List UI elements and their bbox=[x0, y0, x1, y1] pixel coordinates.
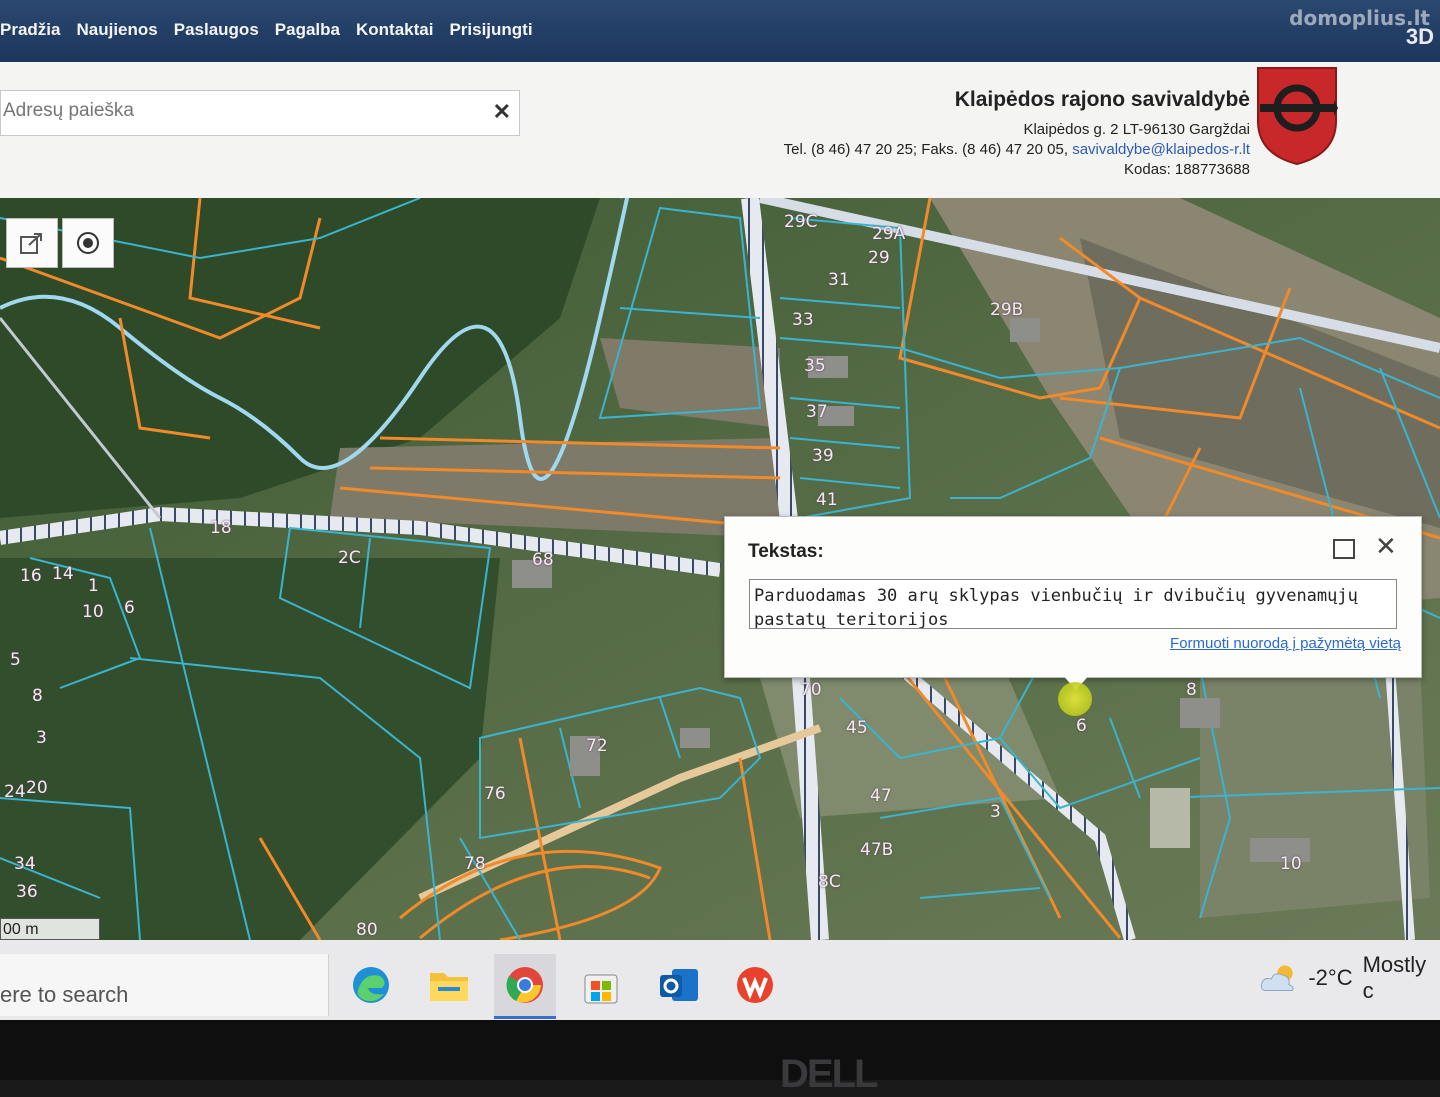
plot-label: 29A bbox=[872, 224, 906, 244]
address-search: ✕ bbox=[0, 90, 520, 136]
cloud-icon bbox=[1260, 965, 1294, 991]
plot-label: 35 bbox=[804, 356, 826, 376]
taskbar-search[interactable]: ere to search bbox=[0, 954, 329, 1016]
plot-label: 34 bbox=[14, 854, 36, 874]
plot-label: 29 bbox=[868, 248, 890, 268]
monitor-bezel bbox=[0, 1020, 1440, 1080]
municipality-name: Klaipėdos rajono savivaldybė bbox=[954, 88, 1250, 111]
plot-label: 10 bbox=[82, 602, 104, 622]
weather-desc: Mostly c bbox=[1362, 952, 1427, 1003]
nav-item-home[interactable]: Pradžia bbox=[0, 20, 60, 40]
plot-label: 31 bbox=[828, 270, 850, 290]
plot-label: 24 bbox=[4, 782, 26, 802]
weather-temp: -2°C bbox=[1308, 965, 1353, 990]
plot-label: 37 bbox=[806, 402, 828, 422]
maximize-icon[interactable] bbox=[1333, 539, 1355, 559]
plot-label: 47B bbox=[860, 840, 894, 860]
plot-label: 41 bbox=[816, 490, 838, 510]
taskbar-search-placeholder: ere to search bbox=[0, 982, 129, 1007]
plot-label: 70 bbox=[800, 680, 822, 700]
plot-label: 47 bbox=[870, 786, 892, 806]
plot-label: 2C bbox=[338, 548, 361, 568]
plot-label: 6 bbox=[124, 598, 135, 618]
share-icon bbox=[20, 233, 42, 254]
plot-label: 8 bbox=[1186, 680, 1197, 700]
plot-label: 3 bbox=[990, 802, 1001, 822]
municipality-contacts: Tel. (8 46) 47 20 25; Faks. (8 46) 47 20… bbox=[784, 140, 1250, 160]
popup-text-area[interactable] bbox=[749, 579, 1397, 629]
email-link[interactable]: savivaldybe@klaipedos-r.lt bbox=[1072, 141, 1250, 158]
taskbar: ere to search -2°C Mostly c bbox=[0, 940, 1440, 1020]
municipality-address: Klaipėdos g. 2 LT-96130 Gargždai bbox=[1023, 121, 1250, 138]
plot-label: 20 bbox=[26, 778, 48, 798]
close-icon[interactable]: ✕ bbox=[1375, 531, 1397, 562]
plot-label: 29B bbox=[990, 300, 1024, 320]
top-navigation: Pradžia Naujienos Paslaugos Pagalba Kont… bbox=[0, 0, 1440, 62]
nav-links: Pradžia Naujienos Paslaugos Pagalba Kont… bbox=[0, 20, 533, 40]
plot-label: 10 bbox=[1280, 854, 1302, 874]
plot-label: 29C bbox=[784, 212, 818, 232]
edge-icon[interactable] bbox=[340, 954, 402, 1016]
nav-item-help[interactable]: Pagalba bbox=[275, 20, 340, 40]
phone-fax: Tel. (8 46) 47 20 25; Faks. (8 46) 47 20… bbox=[783, 141, 1069, 158]
share-location-link[interactable]: Formuoti nuorodą į pažymėtą vietą bbox=[1170, 635, 1401, 652]
location-marker-icon[interactable] bbox=[1058, 682, 1092, 716]
plot-label: 33 bbox=[792, 310, 814, 330]
plot-label: 6 bbox=[1076, 716, 1087, 736]
address-search-input[interactable] bbox=[1, 91, 473, 131]
plot-label: 1 bbox=[88, 576, 99, 596]
plot-label: 5 bbox=[10, 650, 21, 670]
text-popup: Tekstas: ✕ Formuoti nuorodą į pažymėtą v… bbox=[724, 516, 1422, 678]
nav-item-news[interactable]: Naujienos bbox=[76, 20, 157, 40]
outlook-icon[interactable] bbox=[648, 954, 710, 1016]
nav-item-login[interactable]: Prisijungti bbox=[449, 20, 532, 40]
view-3d-button[interactable]: 3D bbox=[1406, 24, 1434, 50]
share-button[interactable] bbox=[6, 218, 58, 268]
crest-icon bbox=[1257, 67, 1338, 166]
close-icon[interactable]: ✕ bbox=[493, 99, 511, 125]
brand-logo: DELL bbox=[780, 1052, 878, 1096]
plot-label: 72 bbox=[586, 736, 608, 756]
plot-label: 14 bbox=[52, 564, 74, 584]
chrome-icon[interactable] bbox=[494, 954, 556, 1019]
plot-label: 16 bbox=[20, 566, 42, 586]
wps-icon[interactable] bbox=[724, 954, 786, 1016]
plot-label: 78 bbox=[464, 854, 486, 874]
plot-label: 8C bbox=[818, 872, 841, 892]
locate-button[interactable] bbox=[62, 218, 114, 268]
municipality-info: Klaipėdos rajono savivaldybė Klaipėdos g… bbox=[784, 88, 1250, 180]
weather-widget[interactable]: -2°C Mostly c bbox=[1260, 952, 1440, 1004]
scale-bar: 00 m bbox=[0, 918, 100, 940]
plot-label: 36 bbox=[16, 882, 38, 902]
nav-item-contacts[interactable]: Kontaktai bbox=[356, 20, 433, 40]
file-explorer-icon[interactable] bbox=[418, 954, 480, 1016]
store-icon[interactable] bbox=[570, 954, 632, 1016]
plot-label: 80 bbox=[356, 920, 378, 940]
municipality-code: Kodas: 188773688 bbox=[1124, 161, 1250, 178]
plot-label: 45 bbox=[846, 718, 868, 738]
nav-item-services[interactable]: Paslaugos bbox=[174, 20, 259, 40]
plot-label: 3 bbox=[36, 728, 47, 748]
plot-label: 8 bbox=[32, 686, 43, 706]
plot-label: 18 bbox=[210, 518, 232, 538]
plot-label: 39 bbox=[812, 446, 834, 466]
plot-label: 76 bbox=[484, 784, 506, 804]
locate-icon bbox=[77, 232, 99, 254]
header: ✕ Klaipėdos rajono savivaldybė Klaipėdos… bbox=[0, 62, 1440, 198]
popup-title: Tekstas: bbox=[748, 541, 824, 562]
plot-label: 68 bbox=[532, 550, 554, 570]
